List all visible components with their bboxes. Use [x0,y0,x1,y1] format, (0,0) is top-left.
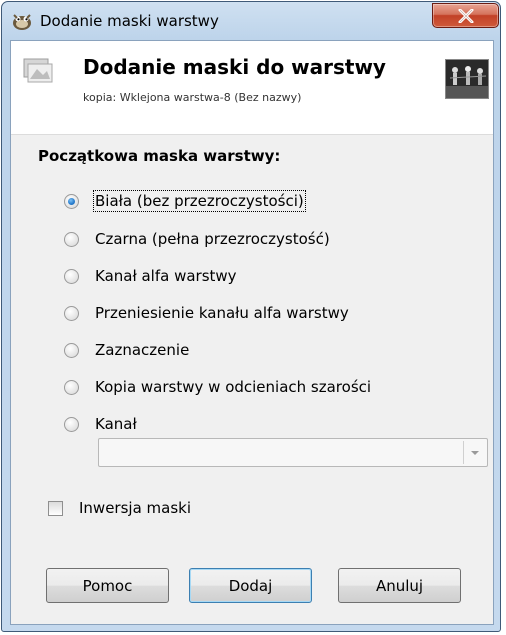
close-icon [458,9,474,23]
radio-button[interactable] [64,342,79,358]
dropdown-button[interactable] [463,441,485,464]
radio-layer-alpha[interactable]: Kanał alfa warstwy [64,265,237,287]
radio-label: Kopia warstwy w odcieniach szarości [95,378,372,396]
header-subtitle: kopia: Wklejona warstwa-8 (Bez nazwy) [83,91,302,104]
close-button[interactable] [432,3,499,28]
radio-button[interactable] [64,193,79,209]
gimp-wilber-icon [13,14,31,30]
radio-label: Kanał [95,415,137,433]
dialog-content: Dodanie maski do warstwy kopia: Wklejona… [10,40,494,625]
window-title: Dodanie maski warstwy [40,12,219,30]
radio-label: Zaznaczenie [95,341,190,359]
radio-button[interactable] [64,305,79,321]
layer-thumbnail [445,59,489,99]
dialog-window: Dodanie maski warstwy Dodanie maski do w… [1,1,501,632]
radio-white[interactable]: Biała (bez przezroczystości) [64,190,306,212]
chevron-down-icon [471,451,479,455]
radio-label: Czarna (pełna przezroczystość) [95,230,330,248]
radio-button[interactable] [64,379,79,395]
radio-transfer-alpha[interactable]: Przeniesienie kanału alfa warstwy [64,302,349,324]
layer-mask-icon [23,58,53,83]
title-bar[interactable]: Dodanie maski warstwy [2,2,500,40]
radio-button[interactable] [64,268,79,284]
initial-mask-label: Początkowa maska warstwy: [38,147,281,165]
radio-label: Biała (bez przezroczystości) [93,190,306,212]
help-button[interactable]: Pomoc [46,568,169,603]
header-title: Dodanie maski do warstwy [83,55,386,79]
add-button[interactable]: Dodaj [189,568,312,603]
radio-channel[interactable]: Kanał [64,413,137,435]
cancel-button[interactable]: Anuluj [338,568,461,603]
invert-mask-label: Inwersja maski [79,499,192,517]
radio-button[interactable] [64,416,79,432]
checkbox[interactable] [48,500,63,516]
radio-label: Przeniesienie kanału alfa warstwy [95,304,349,322]
radio-selection[interactable]: Zaznaczenie [64,339,189,361]
radio-label: Kanał alfa warstwy [95,267,237,285]
invert-mask-checkbox[interactable]: Inwersja maski [48,499,191,517]
channel-select[interactable] [98,438,488,467]
radio-button[interactable] [64,231,79,247]
radio-grayscale-copy[interactable]: Kopia warstwy w odcieniach szarości [64,376,371,398]
radio-black[interactable]: Czarna (pełna przezroczystość) [64,228,330,250]
dialog-header: Dodanie maski do warstwy kopia: Wklejona… [11,41,493,135]
